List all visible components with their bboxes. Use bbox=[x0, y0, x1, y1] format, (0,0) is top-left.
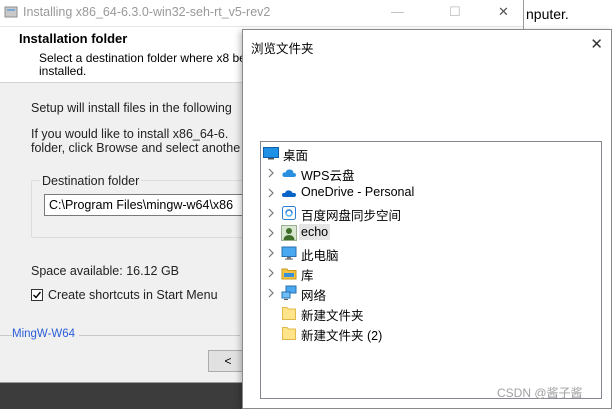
tree-item-echo[interactable]: echo bbox=[261, 223, 591, 243]
app-icon bbox=[4, 6, 18, 18]
create-shortcuts-checkbox[interactable] bbox=[31, 289, 43, 301]
library-icon bbox=[281, 268, 297, 280]
tree-item-desktop[interactable]: 桌面 bbox=[261, 143, 591, 163]
folder-tree[interactable]: 桌面 WPS云盘 OneDrive - Personal 百度网盘同步空间 ec… bbox=[260, 141, 602, 399]
network-icon bbox=[281, 285, 297, 300]
chevron-right-icon[interactable] bbox=[267, 207, 275, 219]
tree-item-onedrive[interactable]: OneDrive - Personal bbox=[261, 183, 591, 203]
chevron-right-icon[interactable] bbox=[267, 267, 275, 279]
installer-titlebar[interactable]: Installing x86_64-6.3.0-win32-seh-rt_v5-… bbox=[0, 0, 523, 27]
watermark: CSDN @酱子酱 bbox=[497, 386, 583, 400]
browse-folder-dialog: 浏览文件夹 ✕ 桌面 WPS云盘 OneDrive - Personal 百度网… bbox=[242, 29, 612, 409]
tree-item-new-folder[interactable]: 新建文件夹 bbox=[261, 303, 591, 323]
brand-label: MingW-W64 bbox=[12, 328, 80, 340]
checkmark-icon bbox=[33, 291, 42, 299]
computer-icon bbox=[281, 246, 297, 260]
tree-item-network[interactable]: 网络 bbox=[261, 283, 591, 303]
chevron-right-icon[interactable] bbox=[267, 167, 275, 179]
destination-field[interactable]: C:\Program Files\mingw-w64\x86 bbox=[44, 194, 259, 216]
cloud-icon bbox=[282, 169, 296, 177]
dialog-title: 浏览文件夹 bbox=[251, 42, 314, 56]
chevron-right-icon[interactable] bbox=[267, 247, 275, 259]
sync-folder-icon bbox=[282, 206, 296, 220]
minimize-icon[interactable]: — bbox=[391, 4, 404, 19]
maximize-icon[interactable]: ☐ bbox=[449, 4, 461, 20]
install-info-line1: Setup will install files in the followin… bbox=[31, 101, 232, 115]
tree-item-wps-cloud[interactable]: WPS云盘 bbox=[261, 163, 591, 183]
folder-icon bbox=[282, 327, 296, 340]
create-shortcuts-label[interactable]: Create shortcuts in Start Menu bbox=[48, 288, 218, 302]
onedrive-icon bbox=[281, 190, 296, 197]
background-window-text: nputer. bbox=[526, 6, 569, 22]
install-info-line3: folder, click Browse and select anothe bbox=[31, 141, 241, 155]
tree-item-new-folder-2[interactable]: 新建文件夹 (2) bbox=[261, 323, 591, 343]
tree-item-baidu-sync[interactable]: 百度网盘同步空间 bbox=[261, 203, 591, 223]
close-icon[interactable]: ✕ bbox=[498, 4, 509, 20]
tree-item-this-pc[interactable]: 此电脑 bbox=[261, 243, 591, 263]
space-available: Space available: 16.12 GB bbox=[31, 264, 180, 278]
install-info-line2: If you would like to install x86_64-6. bbox=[31, 127, 229, 141]
folder-icon bbox=[282, 307, 296, 320]
desktop-icon bbox=[263, 147, 279, 160]
destination-label: Destination folder bbox=[40, 174, 142, 188]
page-subtitle: Select a destination folder where x8 be … bbox=[39, 51, 246, 78]
user-icon bbox=[281, 225, 297, 241]
installer-title: Installing x86_64-6.3.0-win32-seh-rt_v5-… bbox=[23, 5, 271, 19]
close-icon[interactable]: ✕ bbox=[590, 35, 603, 53]
chevron-right-icon[interactable] bbox=[267, 187, 275, 199]
page-title: Installation folder bbox=[19, 31, 128, 46]
chevron-right-icon[interactable] bbox=[267, 227, 275, 239]
tree-item-library[interactable]: 库 bbox=[261, 263, 591, 283]
chevron-right-icon[interactable] bbox=[267, 287, 275, 299]
